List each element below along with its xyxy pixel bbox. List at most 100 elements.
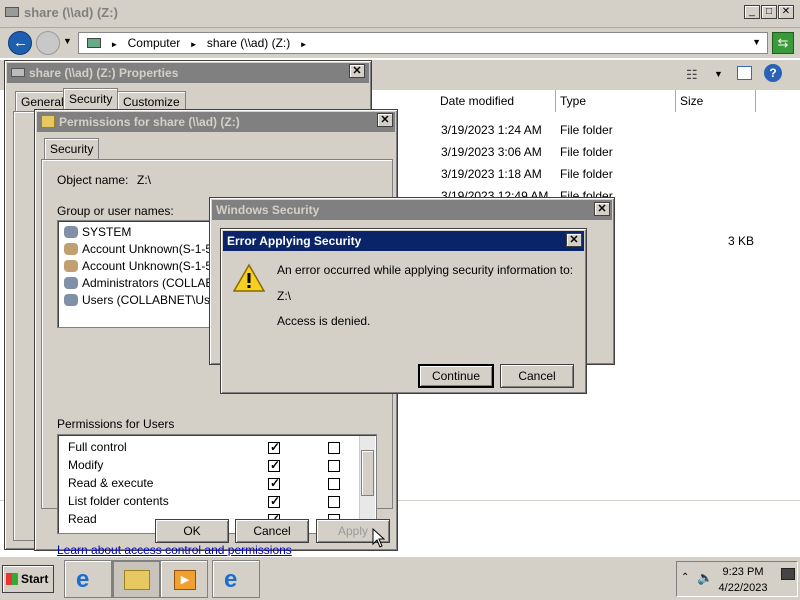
error-title: Error Applying Security (223, 231, 584, 251)
taskbar-ie-button[interactable]: e (64, 560, 112, 598)
folder-icon (124, 570, 150, 590)
drive-icon (11, 68, 25, 77)
help-icon[interactable]: ? (764, 64, 782, 82)
permission-row: Modify (68, 458, 104, 472)
maximize-button[interactable]: □ (761, 5, 777, 19)
address-dropdown-icon[interactable]: ▼ (752, 37, 761, 47)
clock-date[interactable]: 4/22/2023 (713, 582, 773, 594)
row-type[interactable]: File folder (560, 123, 613, 137)
row-size[interactable]: 3 KB (728, 234, 754, 248)
scrollbar-thumb[interactable] (361, 450, 374, 496)
start-button[interactable]: Start (2, 565, 54, 593)
cancel-button[interactable]: Cancel (500, 364, 574, 388)
warning-icon (233, 263, 265, 292)
list-item[interactable]: Users (COLLABNET\Users (64, 293, 227, 310)
windows-logo-icon (6, 573, 18, 585)
list-item[interactable]: Account Unknown(S-1-5-21 (64, 259, 229, 276)
list-item[interactable]: SYSTEM (64, 225, 131, 242)
forward-button[interactable] (36, 31, 60, 55)
user-group-icon (64, 294, 78, 306)
taskbar-media-button[interactable]: ▶ (160, 560, 208, 598)
permission-row: Read (68, 512, 97, 526)
column-size[interactable]: Size (676, 90, 756, 112)
allow-checkbox[interactable] (268, 440, 280, 454)
permission-row: List folder contents (68, 494, 169, 508)
system-tray: ⌃ 🔈 9:23 PM 4/22/2023 (676, 561, 798, 597)
taskbar-explorer-button[interactable] (112, 560, 160, 598)
breadcrumb-computer[interactable]: Computer (128, 36, 181, 50)
permission-row: Full control (68, 440, 127, 454)
explorer-title: share (\\ad) (Z:) (24, 5, 118, 20)
row-type[interactable]: File folder (560, 167, 613, 181)
address-bar[interactable]: ► Computer ► share (\\ad) (Z:) ► ▼ (78, 32, 768, 54)
deny-checkbox[interactable] (328, 478, 340, 490)
permissions-for-label: Permissions for Users (57, 417, 175, 431)
column-type[interactable]: Type (556, 90, 676, 112)
taskbar-ie2-button[interactable]: e (212, 560, 260, 598)
cancel-button[interactable]: Cancel (235, 519, 309, 543)
error-detail: Access is denied. (277, 314, 371, 328)
windows-security-close-button[interactable]: ✕ (594, 202, 610, 216)
tab-security[interactable]: Security (63, 88, 119, 111)
tab-security[interactable]: Security (44, 138, 100, 160)
back-arrow-icon: ← (13, 34, 28, 51)
allow-checkbox[interactable] (268, 476, 280, 490)
list-item[interactable]: Account Unknown(S-1-5-21 (64, 242, 229, 259)
explorer-title-bar: share (\\ad) (Z:) _ □ ✕ (0, 0, 800, 28)
permission-row: Read & execute (68, 476, 154, 490)
learn-more-link[interactable]: Learn about access control and permissio… (57, 543, 292, 557)
internet-explorer-icon: e (76, 566, 90, 593)
view-options-icon[interactable]: ☷ (686, 67, 698, 83)
error-dialog: Error Applying Security ✕ An error occur… (220, 228, 587, 394)
row-date[interactable]: 3/19/2023 1:18 AM (441, 167, 542, 181)
clock-time[interactable]: 9:23 PM (713, 566, 773, 578)
taskbar: Start e ▶ e ⌃ 🔈 9:23 PM 4/22/2023 (0, 556, 800, 600)
windows-security-title: Windows Security (212, 200, 612, 220)
refresh-button[interactable]: ⇆ (772, 32, 794, 54)
error-message: An error occurred while applying securit… (277, 263, 574, 277)
chevron-down-icon[interactable]: ▼ (63, 36, 72, 46)
deny-checkbox[interactable] (328, 442, 340, 454)
allow-checkbox[interactable] (268, 494, 280, 508)
unknown-user-icon (64, 243, 78, 255)
properties-close-button[interactable]: ✕ (349, 64, 365, 78)
group-names-label: Group or user names: (57, 204, 174, 218)
computer-icon (87, 38, 101, 48)
volume-muted-icon[interactable]: 🔈 (697, 570, 713, 586)
properties-title: share (\\ad) (Z:) Properties (7, 63, 369, 83)
preview-pane-icon[interactable] (737, 66, 752, 80)
internet-explorer-icon: e (224, 566, 238, 593)
breadcrumb-share[interactable]: share (\\ad) (Z:) (207, 36, 290, 50)
error-path: Z:\ (277, 289, 291, 303)
back-button[interactable]: ← (8, 31, 32, 55)
mouse-pointer-icon (372, 528, 386, 548)
deny-checkbox[interactable] (328, 460, 340, 472)
drive-icon (5, 7, 19, 17)
tab-customize[interactable]: Customize (117, 91, 186, 111)
error-close-button[interactable]: ✕ (566, 233, 582, 247)
ok-button[interactable]: OK (155, 519, 229, 543)
view-dropdown-icon[interactable]: ▼ (714, 69, 723, 79)
show-desktop-icon[interactable] (781, 568, 795, 580)
row-type[interactable]: File folder (560, 145, 613, 159)
show-hidden-icons-icon[interactable]: ⌃ (681, 572, 689, 583)
row-date[interactable]: 3/19/2023 3:06 AM (441, 145, 542, 159)
user-group-icon (64, 277, 78, 289)
deny-checkbox[interactable] (328, 496, 340, 508)
permissions-title: Permissions for share (\\ad) (Z:) (37, 112, 395, 132)
folder-icon (41, 115, 55, 128)
allow-checkbox[interactable] (268, 458, 280, 472)
scrollbar[interactable]: ▼ (359, 436, 375, 532)
minimize-button[interactable]: _ (744, 5, 760, 19)
user-group-icon (64, 226, 78, 238)
row-date[interactable]: 3/19/2023 1:24 AM (441, 123, 542, 137)
list-item[interactable]: Administrators (COLLABNE (64, 276, 230, 293)
tab-general[interactable]: General (15, 91, 70, 111)
navigation-bar: ← ▼ ► Computer ► share (\\ad) (Z:) ► ▼ ⇆ (0, 28, 800, 58)
permissions-close-button[interactable]: ✕ (377, 113, 393, 127)
media-player-icon: ▶ (174, 570, 196, 590)
column-date-modified[interactable]: Date modified (436, 90, 556, 112)
close-button[interactable]: ✕ (778, 5, 794, 19)
continue-button[interactable]: Continue (418, 364, 494, 388)
unknown-user-icon (64, 260, 78, 272)
